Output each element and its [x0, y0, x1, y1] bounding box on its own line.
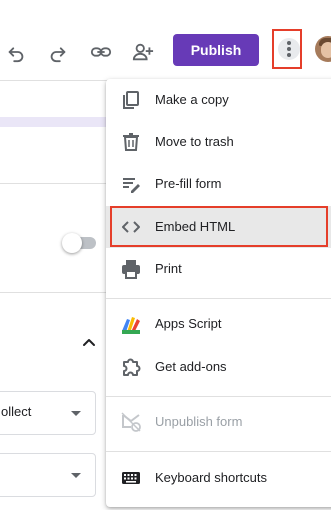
dropdown-caret-icon [71, 473, 81, 478]
menu-item-prefill-form[interactable]: Pre-fill form [106, 163, 331, 205]
chevron-up-icon[interactable] [80, 334, 98, 352]
dropdown-caret-icon [71, 411, 81, 416]
publish-button[interactable]: Publish [173, 34, 259, 66]
menu-item-print[interactable]: Print [106, 248, 331, 290]
menu-item-label: Unpublish form [155, 414, 243, 429]
divider [0, 292, 110, 293]
more-options-menu: Make a copy Move to trash Pre-fill form … [106, 79, 331, 507]
select-dropdown[interactable]: ollect [0, 391, 96, 435]
menu-item-keyboard-shortcuts[interactable]: Keyboard shortcuts [106, 457, 331, 499]
menu-divider [106, 451, 331, 452]
prefill-icon [120, 173, 142, 195]
menu-item-unpublish-form: Unpublish form [106, 401, 331, 443]
menu-item-get-addons[interactable]: Get add-ons [106, 346, 331, 388]
select-dropdown[interactable] [0, 453, 96, 497]
menu-item-label: Print [155, 261, 182, 276]
menu-divider [106, 396, 331, 397]
menu-item-label: Apps Script [155, 316, 222, 331]
copy-icon [120, 89, 142, 111]
menu-item-label: Get add-ons [155, 359, 227, 374]
menu-item-label: Make a copy [155, 92, 229, 107]
redo-icon[interactable] [46, 40, 70, 64]
keyboard-icon [120, 467, 142, 489]
select-value: ollect [1, 404, 32, 419]
unpublish-icon [120, 411, 142, 433]
menu-item-move-to-trash[interactable]: Move to trash [106, 121, 331, 163]
menu-item-label: Move to trash [155, 134, 234, 149]
undo-icon[interactable] [4, 40, 28, 64]
top-strip [0, 0, 331, 21]
apps-script-icon [120, 313, 142, 335]
avatar-face [321, 42, 331, 58]
menu-item-label: Keyboard shortcuts [155, 470, 268, 485]
toggle-knob[interactable] [62, 233, 82, 253]
menu-item-apps-script[interactable]: Apps Script [106, 303, 331, 345]
link-icon[interactable] [89, 40, 113, 64]
embed-html-highlight [110, 206, 328, 247]
more-vert-icon[interactable] [278, 38, 300, 60]
more-options-highlight [272, 29, 302, 69]
print-icon [120, 258, 142, 280]
menu-item-label: Pre-fill form [155, 176, 222, 191]
menu-item-make-copy[interactable]: Make a copy [106, 79, 331, 121]
person-add-icon[interactable] [131, 40, 155, 64]
trash-icon [120, 131, 142, 153]
puzzle-icon [120, 356, 142, 378]
divider [0, 183, 110, 184]
menu-divider [106, 298, 331, 299]
form-header-accent [0, 117, 110, 127]
